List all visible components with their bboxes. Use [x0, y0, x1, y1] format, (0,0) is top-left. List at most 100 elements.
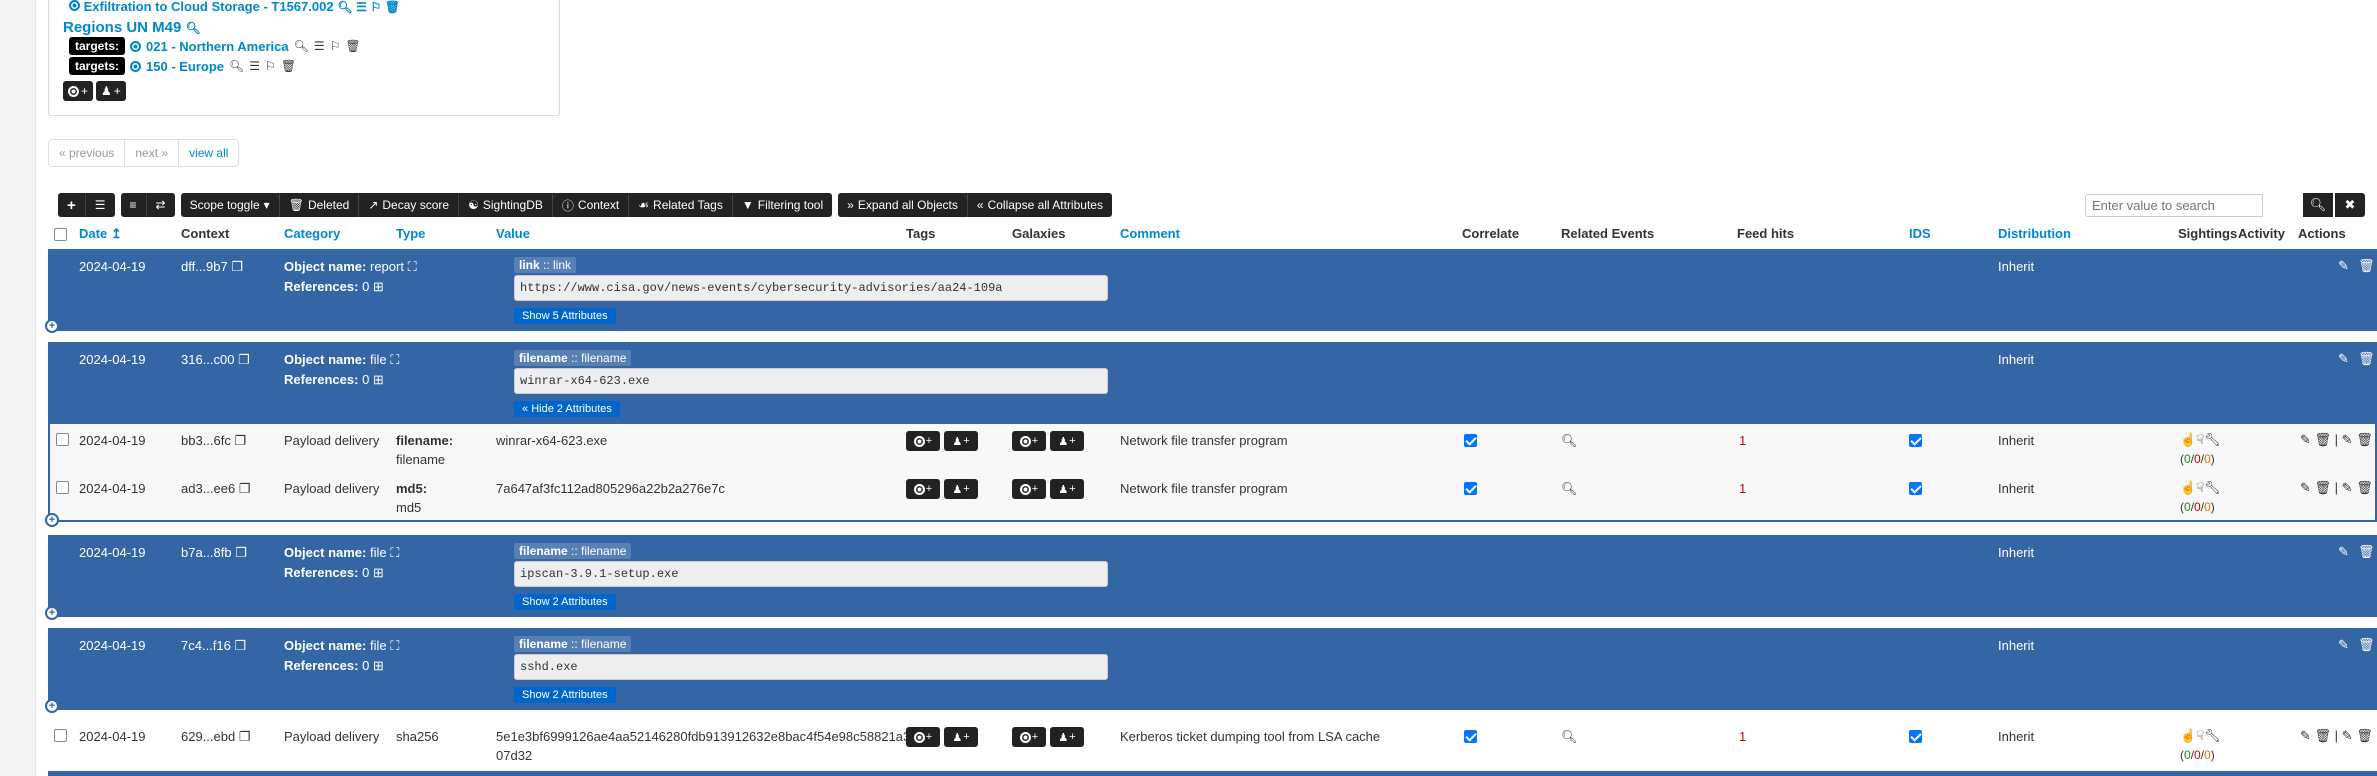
search-icon[interactable]: 🔍︎ — [337, 1, 352, 13]
thumbs-down-icon[interactable]: ☟ — [2196, 728, 2204, 743]
add-tag-button[interactable]: + — [906, 727, 940, 747]
thumbs-up-icon[interactable]: ☝ — [2180, 728, 2196, 743]
search-icon[interactable]: 🔍︎ — [229, 60, 244, 72]
related-tags-button[interactable]: ☙ Related Tags — [629, 193, 733, 217]
galaxy-title[interactable]: Regions UN M49 🔍︎ — [63, 19, 201, 36]
copy-icon[interactable]: ❐ — [238, 352, 250, 367]
galaxy-cluster-cut[interactable]: Exfiltration to Cloud Storage - T1567.00… — [69, 0, 400, 14]
plus-square-icon[interactable]: ⊞ — [373, 658, 384, 673]
thumbs-down-icon[interactable]: ☟ — [2196, 432, 2204, 447]
search-icon[interactable]: 🔍︎ — [186, 22, 201, 34]
attribute-uuid[interactable]: 629...ebd ❐ — [181, 729, 251, 745]
attribute-uuid-text[interactable]: 629...ebd — [181, 729, 235, 744]
copy-icon[interactable]: ❐ — [235, 638, 247, 653]
trash-icon[interactable]: 🗑︎ — [2358, 544, 2375, 560]
show-attributes-button[interactable]: Show 2 Attributes — [514, 687, 616, 703]
object-expand-icon[interactable]: + — [45, 699, 59, 713]
feed-hits-count[interactable]: 1 — [1739, 433, 1746, 448]
trash-icon[interactable]: 🗑︎ — [2356, 432, 2373, 447]
sitemap-icon[interactable]: ⚐ — [370, 1, 381, 13]
thumbs-up-icon[interactable]: ☝ — [2180, 480, 2196, 495]
add-tag-button[interactable]: + — [906, 431, 940, 451]
expand-arrows-icon[interactable]: ⛶ — [408, 259, 417, 274]
column-header-category[interactable]: Category — [284, 226, 340, 241]
hide-attributes-button[interactable]: « Hide 2 Attributes — [514, 401, 620, 417]
trash-icon[interactable]: 🗑︎ — [2356, 480, 2373, 495]
object-uuid[interactable]: 316...c00 ❐ — [181, 352, 250, 368]
comment-icon[interactable]: ✎ — [2300, 728, 2311, 743]
list-icon[interactable]: ☰ — [314, 40, 325, 52]
object-uuid-text[interactable]: dff...9b7 — [181, 259, 228, 274]
attribute-select-checkbox[interactable] — [56, 433, 69, 446]
show-attributes-button[interactable]: Show 2 Attributes — [514, 594, 616, 610]
sitemap-icon[interactable]: ⚐ — [265, 60, 276, 72]
attribute-uuid-text[interactable]: ad3...ee6 — [181, 481, 235, 496]
add-local-tag-button[interactable]: ♟ + — [944, 479, 978, 499]
plus-square-icon[interactable]: ⊞ — [373, 565, 384, 580]
trash-icon[interactable]: 🗑︎ — [2358, 258, 2375, 274]
sitemap-icon[interactable]: ⚐ — [330, 40, 341, 52]
galaxy-title-link[interactable]: Regions UN M49 — [63, 19, 181, 36]
object-value[interactable]: https://www.cisa.gov/news-events/cyberse… — [514, 275, 1108, 301]
add-galaxy-button[interactable]: + — [1012, 727, 1046, 747]
search-icon[interactable]: 🔍︎ — [1561, 433, 1578, 449]
list-view-button[interactable]: ☰ — [85, 193, 115, 217]
edit-icon[interactable]: ✎ — [2342, 432, 2353, 447]
align-left-button[interactable]: ≡ — [120, 193, 147, 217]
object-uuid-text[interactable]: 7c4...f16 — [181, 638, 231, 653]
wrench-icon[interactable]: 🔧︎ — [2204, 432, 2221, 447]
attribute-value[interactable]: 5e1e3bf6999126ae4aa52146280fdb913912632e… — [496, 729, 910, 744]
add-local-tag-button[interactable]: ♟ + — [944, 727, 978, 747]
ids-checkbox[interactable] — [1909, 482, 1922, 495]
object-uuid[interactable]: dff...9b7 ❐ — [181, 259, 243, 275]
list-icon[interactable]: ☰ — [249, 60, 260, 72]
attribute-value[interactable]: 7a647af3fc112ad805296a22b2a276e7c — [496, 481, 725, 496]
context-button[interactable]: ⓘ Context — [552, 193, 630, 217]
add-tag-button[interactable]: + — [906, 479, 940, 499]
correlate-checkbox[interactable] — [1464, 434, 1477, 447]
correlate-checkbox[interactable] — [1464, 482, 1477, 495]
add-local-tag-button[interactable]: ♟ + — [944, 431, 978, 451]
object-expand-icon[interactable]: + — [45, 513, 59, 527]
attribute-uuid-text[interactable]: bb3...6fc — [181, 433, 231, 448]
copy-icon[interactable]: ❐ — [239, 481, 251, 496]
attribute-value-continued[interactable]: 07d32 — [496, 748, 532, 763]
feed-hits-count[interactable]: 1 — [1739, 481, 1746, 496]
object-value[interactable]: ipscan-3.9.1-setup.exe — [514, 561, 1108, 587]
attribute-select-checkbox[interactable] — [56, 481, 69, 494]
filtering-tool-button[interactable]: ▼ Filtering tool — [732, 193, 833, 217]
next-page-link[interactable]: next » — [125, 140, 180, 166]
trash-icon[interactable]: 🗑︎ — [281, 60, 296, 72]
collapse-all-button[interactable]: «Collapse all Attributes — [967, 193, 1112, 217]
column-header-value[interactable]: Value — [496, 226, 530, 241]
ids-checkbox[interactable] — [1909, 730, 1922, 743]
object-uuid[interactable]: b7a...8fb ❐ — [181, 545, 247, 561]
object-uuid-text[interactable]: b7a...8fb — [181, 545, 232, 560]
sightingdb-button[interactable]: ☯ SightingDB — [459, 193, 553, 217]
search-button[interactable]: 🔍︎ — [2303, 193, 2333, 217]
add-galaxy-button[interactable]: + — [1012, 479, 1046, 499]
expand-arrows-icon[interactable]: ⛶ — [390, 638, 399, 653]
edit-icon[interactable]: ✎ — [2338, 258, 2349, 274]
expand-arrows-icon[interactable]: ⛶ — [390, 352, 399, 367]
correlate-checkbox[interactable] — [1464, 730, 1477, 743]
object-value[interactable]: sshd.exe — [514, 654, 1108, 680]
galaxy-target-name[interactable]: 150 - Europe — [146, 59, 224, 74]
add-user-galaxy-button[interactable]: ♟ + — [96, 81, 126, 101]
search-input[interactable] — [2085, 194, 2263, 217]
deleted-button[interactable]: 🗑︎ Deleted — [279, 193, 360, 217]
thumbs-up-icon[interactable]: ☝ — [2180, 432, 2196, 447]
trash-icon[interactable]: 🗑︎ — [2315, 432, 2332, 447]
column-header-distribution[interactable]: Distribution — [1998, 226, 2071, 241]
trash-icon[interactable]: 🗑︎ — [2358, 351, 2375, 367]
trash-icon[interactable]: 🗑︎ — [385, 1, 400, 13]
thumbs-down-icon[interactable]: ☟ — [2196, 480, 2204, 495]
comment-icon[interactable]: ✎ — [2300, 432, 2311, 447]
wrench-icon[interactable]: 🔧︎ — [2204, 480, 2221, 495]
object-uuid-text[interactable]: 316...c00 — [181, 352, 235, 367]
search-icon[interactable]: 🔍︎ — [1561, 481, 1578, 497]
shuffle-button[interactable]: ⇄ — [146, 193, 175, 217]
attribute-value[interactable]: winrar-x64-623.exe — [496, 433, 607, 448]
attribute-uuid[interactable]: ad3...ee6 ❐ — [181, 481, 251, 497]
edit-icon[interactable]: ✎ — [2338, 351, 2349, 367]
